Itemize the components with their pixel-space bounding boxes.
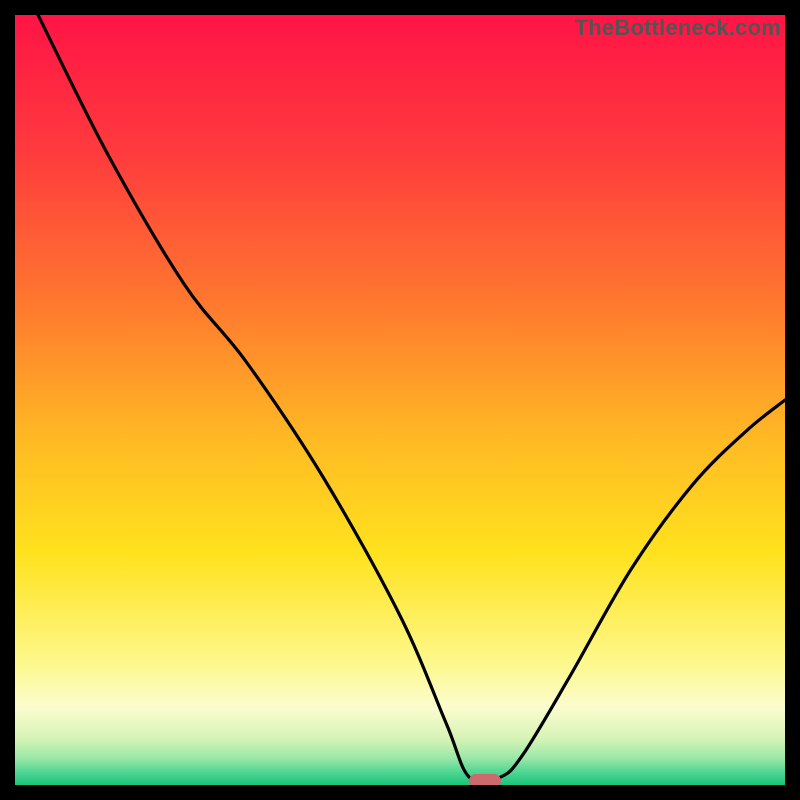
optimal-marker	[469, 774, 501, 785]
bottleneck-curve	[15, 15, 785, 785]
watermark-text: TheBottleneck.com	[575, 15, 781, 41]
chart-frame: TheBottleneck.com	[0, 0, 800, 800]
plot-area: TheBottleneck.com	[15, 15, 785, 785]
